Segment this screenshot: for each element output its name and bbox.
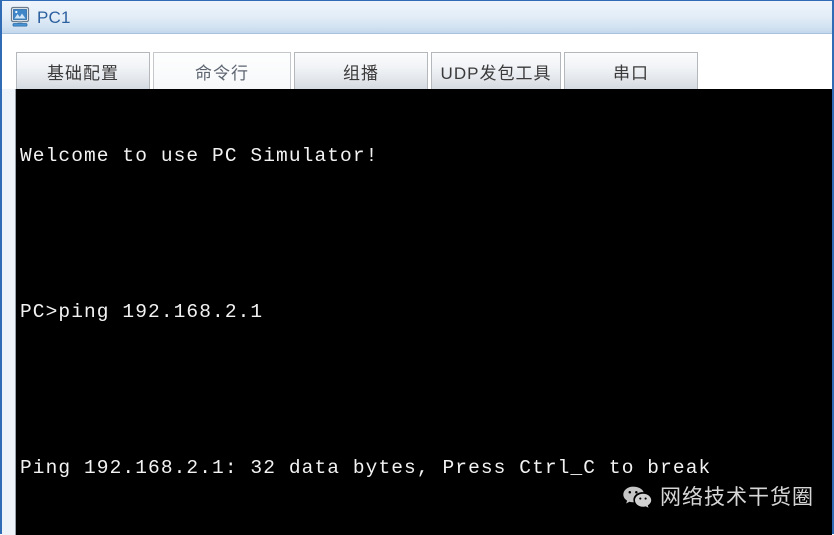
console-area: Welcome to use PC Simulator! PC>ping 192… [2,89,832,535]
tab-command-line[interactable]: 命令行 [153,52,291,89]
tab-udp-packet-tool[interactable]: UDP发包工具 [431,52,561,89]
console-left-gutter [2,89,16,535]
console-line: PC>ping 192.168.2.1 [20,301,264,323]
tab-multicast[interactable]: 组播 [294,52,428,89]
tab-basic-config[interactable]: 基础配置 [16,52,150,89]
console-output[interactable]: Welcome to use PC Simulator! PC>ping 192… [16,89,832,535]
tab-serial-port[interactable]: 串口 [564,52,698,89]
tab-strip: 基础配置 命令行 组播 UDP发包工具 串口 [2,35,832,89]
console-line: Ping 192.168.2.1: 32 data bytes, Press C… [20,457,712,479]
watermark-text: 网络技术干货圈 [660,485,814,509]
console-line-list: Welcome to use PC Simulator! PC>ping 192… [20,91,830,535]
console-line: Welcome to use PC Simulator! [20,145,379,167]
pc1-simulator-window: PC1 基础配置 命令行 组播 UDP发包工具 串口 Welcome to us… [0,0,834,535]
window-title: PC1 [37,7,71,27]
wechat-icon [622,485,652,509]
tab-row: 基础配置 命令行 组播 UDP发包工具 串口 [16,49,701,89]
pc-monitor-icon [9,6,31,28]
title-bar: PC1 [2,1,832,34]
watermark: 网络技术干货圈 [622,485,814,509]
